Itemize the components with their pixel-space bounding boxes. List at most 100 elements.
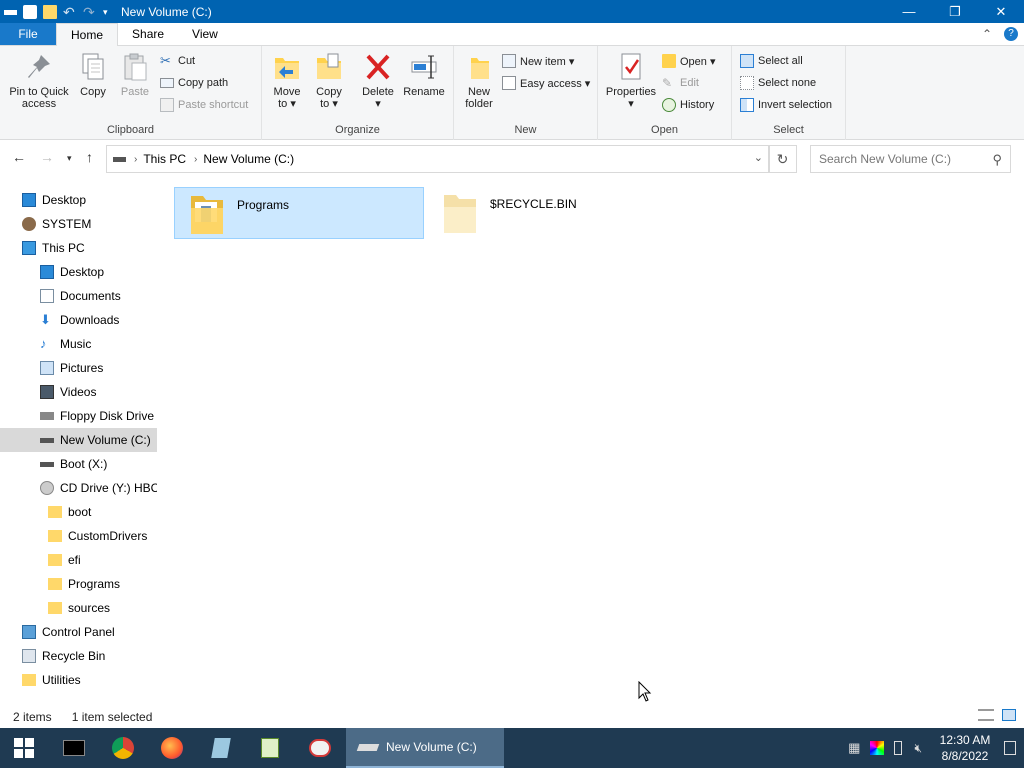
drive-icon[interactable]	[4, 10, 17, 15]
sidebar-item-videos[interactable]: Videos	[0, 380, 157, 404]
search-input[interactable]: Search New Volume (C:) ⚲	[810, 145, 1011, 173]
sidebar-item-label: Music	[60, 337, 92, 351]
sidebar-item-cd-drive-y-hbc[interactable]: CD Drive (Y:) HBC	[0, 476, 157, 500]
new-item-button[interactable]: New item ▾	[502, 52, 574, 70]
invert-selection-button[interactable]: Invert selection	[740, 96, 832, 114]
sidebar-item-boot[interactable]: boot	[0, 500, 157, 524]
tab-share[interactable]: Share	[118, 23, 178, 45]
tab-file[interactable]: File	[0, 23, 56, 45]
clock[interactable]: 12:30 AM 8/8/2022	[930, 732, 1000, 764]
breadcrumb-this-pc[interactable]: This PC	[143, 152, 186, 166]
sidebar-item-customdrivers[interactable]: CustomDrivers	[0, 524, 157, 548]
select-none-button[interactable]: Select none	[740, 74, 816, 92]
sidebar-item-utilities[interactable]: Utilities	[0, 668, 157, 692]
open-button[interactable]: Open ▾	[662, 52, 716, 70]
easy-access-button[interactable]: Easy access ▾	[502, 74, 590, 92]
customize-qat-icon[interactable]: ▾	[103, 5, 113, 19]
delete-button[interactable]: Delete ▾	[358, 52, 398, 110]
up-arrow-icon[interactable]: ↑	[86, 149, 93, 165]
new-folder-button[interactable]: New folder	[460, 52, 498, 110]
sidebar-item-boot-x[interactable]: Boot (X:)	[0, 452, 157, 476]
paste-shortcut-label: Paste shortcut	[178, 99, 249, 111]
copy-path-button[interactable]: Copy path	[160, 74, 228, 92]
tab-home[interactable]: Home	[56, 23, 119, 46]
back-arrow-icon[interactable]: ←	[12, 149, 26, 165]
notepad-taskbar-icon[interactable]	[246, 728, 294, 768]
chrome-taskbar-icon[interactable]	[99, 728, 147, 768]
sidebar-item-desktop[interactable]: Desktop	[0, 188, 157, 212]
sidebar-item-control-panel[interactable]: Control Panel	[0, 620, 157, 644]
refresh-button[interactable]: ↻	[768, 145, 797, 173]
cut-button[interactable]: ✂ Cut	[160, 52, 195, 70]
close-button[interactable]: ✕	[978, 0, 1024, 23]
minimize-button[interactable]: —	[886, 0, 932, 23]
sidebar-item-programs[interactable]: Programs	[0, 572, 157, 596]
sidebar-item-pictures[interactable]: Pictures	[0, 356, 157, 380]
maximize-button[interactable]: ❐	[932, 0, 978, 23]
folder-icon	[22, 674, 36, 686]
sidebar-item-sources[interactable]: sources	[0, 596, 157, 620]
edit-button[interactable]: ✎ Edit	[662, 74, 699, 92]
clipboard-group-label: Clipboard	[106, 124, 155, 136]
folder-icon	[48, 554, 62, 566]
start-button[interactable]	[0, 728, 48, 768]
paste-button[interactable]: Paste	[116, 52, 154, 98]
folder-icon	[440, 191, 480, 235]
move-to-icon	[273, 52, 301, 82]
mouse-cursor-icon	[638, 681, 652, 702]
pin-quick-access-button[interactable]: Pin to Quick access	[6, 52, 72, 110]
recycle-bin-icon	[22, 649, 36, 663]
sidebar-item-floppy-disk-drive[interactable]: Floppy Disk Drive	[0, 404, 157, 428]
rename-button[interactable]: Rename	[402, 52, 446, 98]
paste-shortcut-button[interactable]: Paste shortcut	[160, 96, 248, 114]
color-icon[interactable]	[870, 741, 885, 755]
sidebar-item-system[interactable]: SYSTEM	[0, 212, 157, 236]
properties-button[interactable]: Properties ▾	[602, 52, 660, 110]
sidebar-item-documents[interactable]: Documents	[0, 284, 157, 308]
details-view-icon[interactable]	[978, 709, 994, 721]
large-icons-view-icon[interactable]	[1002, 709, 1016, 721]
usb-icon[interactable]	[894, 741, 903, 755]
collapse-ribbon-icon[interactable]: ⌃	[982, 27, 992, 41]
undo-icon[interactable]: ↶	[63, 5, 77, 19]
firefox-taskbar-icon[interactable]	[148, 728, 196, 768]
network-icon[interactable]: ▦	[848, 740, 860, 756]
copy-button[interactable]: Copy	[74, 52, 112, 98]
app-taskbar-icon[interactable]	[197, 728, 245, 768]
address-dropdown-icon[interactable]: ⌄	[754, 151, 763, 164]
sidebar-item-desktop[interactable]: Desktop	[0, 260, 157, 284]
terminal-taskbar-icon[interactable]	[50, 728, 98, 768]
explorer-taskbar-button[interactable]: New Volume (C:)	[346, 728, 504, 768]
sidebar-item-label: Programs	[68, 577, 121, 591]
volume-muted-icon[interactable]: 🔇︎	[914, 741, 922, 756]
new-item-icon	[502, 54, 516, 68]
help-icon[interactable]: ?	[1004, 27, 1018, 41]
sidebar-item-efi[interactable]: efi	[0, 548, 157, 572]
sidebar-item-new-volume-c[interactable]: New Volume (C:)	[0, 428, 157, 452]
sidebar-item-recycle-bin[interactable]: Recycle Bin	[0, 644, 157, 668]
sidebar-item-this-pc[interactable]: This PC	[0, 236, 157, 260]
redo-icon[interactable]: ↷	[83, 5, 97, 19]
tab-view[interactable]: View	[178, 23, 232, 45]
sidebar-item-music[interactable]: ♪ Music	[0, 332, 157, 356]
paint-taskbar-icon[interactable]	[296, 728, 344, 768]
clipboard-group: Pin to Quick access Copy Paste ✂ Cut Cop…	[0, 46, 262, 140]
select-all-button[interactable]: Select all	[740, 52, 803, 70]
recent-locations-icon[interactable]: ▾	[67, 153, 72, 164]
edit-icon: ✎	[662, 76, 673, 90]
open-folder-icon	[662, 54, 676, 68]
new-folder-icon[interactable]	[43, 4, 57, 19]
forward-arrow-icon[interactable]: →	[40, 149, 54, 165]
notifications-icon[interactable]	[1004, 741, 1016, 755]
address-bar[interactable]: › This PC › New Volume (C:) ⌄	[106, 145, 770, 173]
copy-to-button[interactable]: Copy to ▾	[310, 52, 348, 110]
sidebar-item-label: New Volume (C:)	[60, 433, 151, 447]
breadcrumb-current[interactable]: New Volume (C:)	[203, 152, 294, 166]
history-button[interactable]: History	[662, 96, 714, 114]
file-item-programs[interactable]: Programs	[174, 187, 424, 239]
file-item-recycle-bin[interactable]: $RECYCLE.BIN	[428, 187, 678, 239]
properties-icon[interactable]	[23, 4, 37, 19]
paste-icon	[121, 52, 149, 82]
move-to-button[interactable]: Move to ▾	[268, 52, 306, 110]
sidebar-item-downloads[interactable]: ⬇ Downloads	[0, 308, 157, 332]
